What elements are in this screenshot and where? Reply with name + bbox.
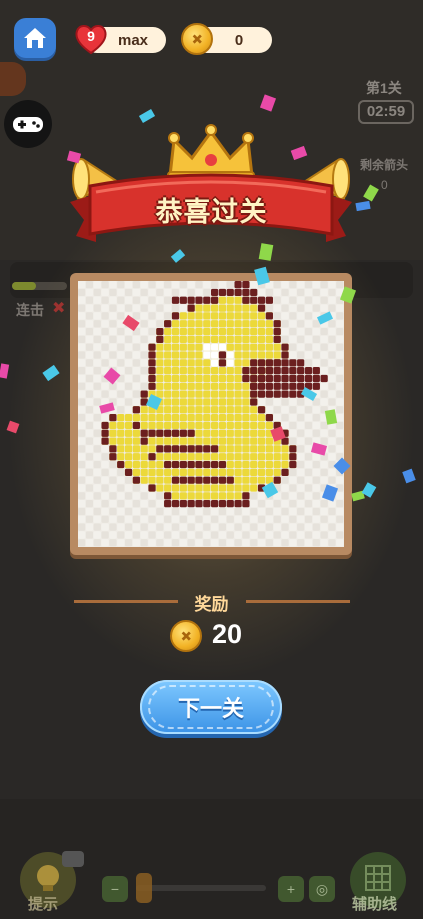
reward-value: 20 [212, 619, 243, 649]
zoom-slider-thumb[interactable] [136, 873, 152, 903]
completed-pixel-picture [78, 281, 344, 547]
zoom-in-icon: + [286, 881, 296, 897]
gamepad-button[interactable] [4, 100, 52, 148]
video-icon [62, 851, 84, 867]
lives-count: 9 [87, 28, 95, 44]
heart-icon: 9 [74, 22, 108, 56]
puzzle-frame [70, 273, 352, 555]
home-icon [24, 28, 46, 48]
locate-button[interactable]: ◎ [309, 876, 335, 902]
victory-banner [70, 124, 352, 242]
coins-count: 0 [234, 31, 244, 49]
next-level-label: 下一关 [177, 696, 244, 721]
level-timer: 02:59 [358, 100, 414, 124]
reward-label: 奖励 [194, 595, 229, 614]
zoom-slider-track[interactable] [136, 885, 266, 891]
target-icon: ◎ [315, 881, 329, 897]
home-button[interactable] [14, 18, 56, 58]
zoom-out-icon: − [110, 881, 120, 897]
victory-title: 恭喜过关 [155, 197, 268, 227]
reward-coin-icon [170, 620, 202, 652]
guide-lines-label: 辅助线 [352, 896, 398, 913]
lives-label: max [117, 31, 149, 49]
zoom-in-button[interactable]: + [278, 876, 304, 902]
level-label: 第1关 [366, 80, 402, 96]
next-level-button[interactable]: 下一关 [140, 680, 282, 734]
coin-icon [181, 23, 213, 55]
zoom-out-button[interactable]: − [102, 876, 128, 902]
side-event-badge[interactable] [0, 62, 26, 96]
gamepad-icon [13, 117, 43, 132]
hint-label: 提示 [28, 896, 59, 913]
